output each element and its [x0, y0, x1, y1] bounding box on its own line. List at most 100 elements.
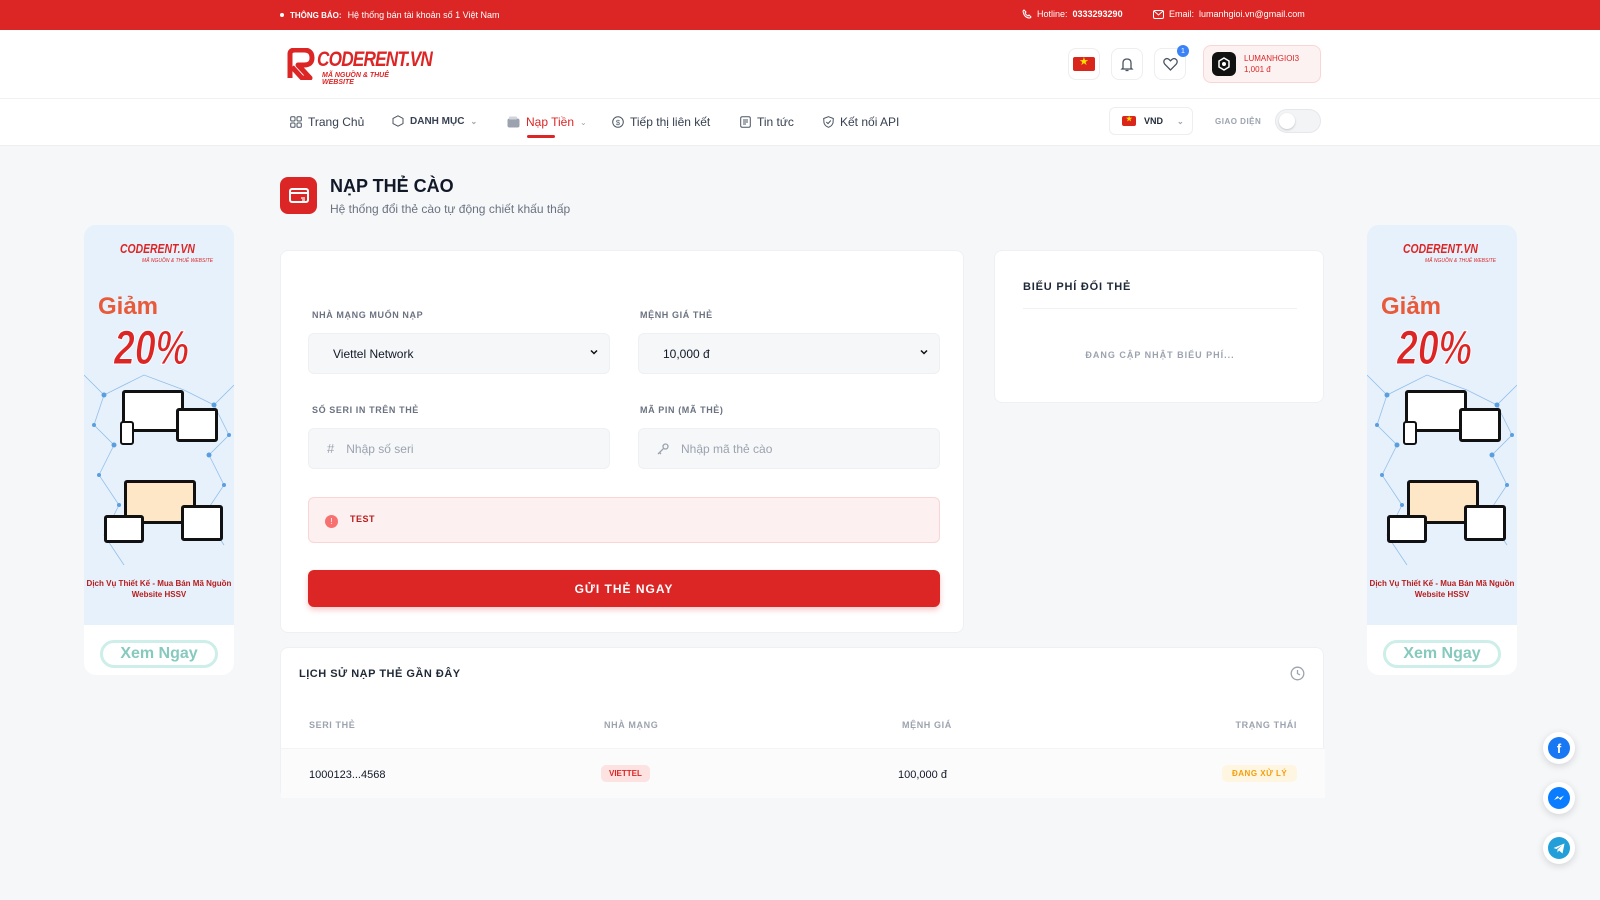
column-header-serial: SERI THẺ	[309, 720, 356, 730]
table-row: 1000123...4568 VIETTEL 100,000 đ ĐANG XỬ…	[281, 748, 1325, 798]
notice-text: Hệ thống bán tài khoản số 1 Việt Nam	[347, 10, 500, 20]
site-logo[interactable]: CODERENT.VN MÃ NGUỒN & THUÊ WEBSITE	[286, 48, 433, 86]
card-fee-table: BIỂU PHÍ ĐỔI THẺ ĐANG CẬP NHẬT BIỂU PHÍ.…	[994, 250, 1324, 403]
language-button[interactable]	[1068, 48, 1100, 80]
serial-placeholder: Nhập số seri	[346, 441, 414, 456]
history-title: LỊCH SỬ NẠP THẺ GẦN ĐÂY	[299, 668, 461, 680]
notice-dot-icon	[280, 13, 284, 17]
active-underline	[527, 135, 555, 138]
mail-icon	[1153, 9, 1164, 19]
email[interactable]: Email: lumanhgioi.vn@gmail.com	[1153, 9, 1305, 19]
nav-item-news[interactable]: Tin tức	[740, 115, 794, 129]
pin-placeholder: Nhập mã thẻ cào	[681, 441, 773, 456]
nav-item-label: Tin tức	[757, 115, 794, 129]
pin-label: MÃ PIN (MÃ THẺ)	[640, 405, 724, 415]
promo-banner-right[interactable]: CODERENT.VN MÃ NGUỒN & THUÊ WEBSITE Giảm…	[1367, 225, 1517, 675]
amount-select[interactable]: 10,000 đ	[638, 333, 940, 374]
device-mockup	[1387, 515, 1427, 543]
vietnam-flag-icon	[1073, 55, 1095, 71]
view-now-button[interactable]: Xem Ngay	[1383, 640, 1501, 668]
device-mockup	[1403, 421, 1417, 445]
row-amount: 100,000 đ	[898, 769, 947, 781]
card-deposit-form: NHÀ MẠNG MUỐN NẠP Viettel Network MỆNH G…	[280, 250, 964, 633]
device-mockup	[120, 421, 134, 445]
notice: THÔNG BÁO: Hệ thống bán tài khoản số 1 V…	[280, 10, 500, 20]
messenger-icon	[1548, 787, 1570, 809]
column-header-network: NHÀ MẠNG	[604, 720, 659, 730]
hash-icon: #	[327, 441, 335, 456]
fees-updating-text: ĐANG CẬP NHẬT BIỂU PHÍ...	[1085, 350, 1235, 360]
email-address[interactable]: lumanhgioi.vn@gmail.com	[1199, 9, 1305, 19]
pin-input[interactable]: Nhập mã thẻ cào	[638, 428, 940, 469]
theme-toggle[interactable]	[1275, 109, 1321, 133]
facebook-icon: f	[1548, 737, 1570, 759]
email-label: Email:	[1169, 9, 1195, 19]
device-mockup	[1459, 408, 1501, 442]
user-account[interactable]: LUMANHGIOI3 1,001 đ	[1203, 45, 1321, 83]
wallet-icon	[507, 116, 520, 128]
history-clock-icon[interactable]	[1290, 666, 1305, 681]
notification-button[interactable]	[1111, 48, 1143, 80]
main-nav: Trang Chủ DANH MỤC ⌄ Nạp Tiền ⌄ $ Tiếp t…	[0, 98, 1600, 146]
banner-discount-word: Giảm	[98, 293, 159, 320]
chevron-down-icon: ⌄	[470, 116, 478, 126]
banner-logo-sub: MÃ NGUỒN & THUÊ WEBSITE	[142, 258, 214, 264]
network-value: Viettel Network	[333, 346, 414, 361]
device-mockup	[181, 505, 223, 541]
top-notice-bar: THÔNG BÁO: Hệ thống bán tài khoản số 1 V…	[0, 0, 1600, 30]
nav-item-label: DANH MỤC	[410, 115, 465, 127]
card-history: LỊCH SỬ NẠP THẺ GẦN ĐÂY SERI THẺ NHÀ MẠN…	[280, 647, 1325, 798]
hotline[interactable]: Hotline: 0333293290	[1022, 9, 1123, 19]
row-serial: 1000123...4568	[309, 769, 386, 781]
fees-title: BIỂU PHÍ ĐỔI THẺ	[1023, 281, 1132, 293]
device-mockup	[104, 515, 144, 543]
nav-item-category[interactable]: DANH MỤC ⌄	[392, 115, 477, 127]
wishlist-count-badge: 1	[1177, 45, 1189, 57]
column-header-amount: MỆNH GIÁ	[902, 720, 952, 730]
status-badge: ĐANG XỬ LÝ	[1222, 765, 1298, 782]
notice-label: THÔNG BÁO:	[290, 10, 342, 20]
nav-item-label: Nạp Tiền	[526, 115, 575, 129]
phone-icon	[1022, 9, 1032, 19]
page-title-icon	[280, 177, 317, 214]
grid-icon	[290, 116, 302, 128]
nav-item-affiliate[interactable]: $ Tiếp thị liên kết	[612, 115, 710, 129]
nav-item-label: Kết nối API	[840, 115, 900, 129]
serial-input[interactable]: # Nhập số seri	[308, 428, 610, 469]
box-icon	[392, 115, 404, 127]
network-badge: VIETTEL	[601, 765, 650, 782]
messenger-button[interactable]	[1543, 782, 1575, 814]
alert-text: TEST	[350, 514, 376, 524]
logo-text: CODERENT.VN	[317, 48, 433, 71]
alert-message: ! TEST	[308, 497, 940, 543]
telegram-icon	[1548, 837, 1570, 859]
messenger-bolt-icon	[1554, 795, 1564, 800]
device-mockup	[1464, 505, 1506, 541]
svg-text:$: $	[616, 118, 621, 127]
network-select[interactable]: Viettel Network	[308, 333, 610, 374]
promo-banner-left[interactable]: CODERENT.VN MÃ NGUỒN & THUÊ WEBSITE Giảm…	[84, 225, 234, 675]
wishlist-button[interactable]: 1	[1154, 45, 1189, 80]
device-mockup	[176, 408, 218, 442]
banner-logo: CODERENT.VN	[1403, 241, 1478, 256]
page-subtitle: Hệ thống đổi thẻ cào tự động chiết khấu …	[330, 202, 571, 216]
currency-select[interactable]: VND ⌄	[1109, 107, 1193, 135]
nav-item-deposit[interactable]: Nạp Tiền ⌄	[507, 115, 587, 138]
bell-icon	[1120, 57, 1134, 71]
view-now-button[interactable]: Xem Ngay	[100, 640, 218, 668]
theme-label: GIAO DIỆN	[1215, 117, 1262, 126]
nav-item-label: Tiếp thị liên kết	[630, 115, 711, 129]
nav-item-api[interactable]: Kết nối API	[823, 115, 899, 129]
submit-card-button[interactable]: GỬI THẺ NGAY	[308, 570, 940, 607]
facebook-button[interactable]: f	[1543, 732, 1575, 764]
telegram-button[interactable]	[1543, 832, 1575, 864]
amount-value: 10,000 đ	[663, 346, 710, 361]
document-icon	[740, 116, 751, 128]
nav-item-home[interactable]: Trang Chủ	[290, 115, 364, 129]
banner-description: Dịch Vụ Thiết Kế - Mua Bán Mã Nguồn Webs…	[1369, 579, 1515, 599]
logo-mark-icon	[287, 48, 315, 80]
hotline-number[interactable]: 0333293290	[1073, 9, 1123, 19]
header	[0, 30, 1600, 98]
key-icon	[657, 442, 669, 454]
network-label: NHÀ MẠNG MUỐN NẠP	[312, 310, 424, 320]
